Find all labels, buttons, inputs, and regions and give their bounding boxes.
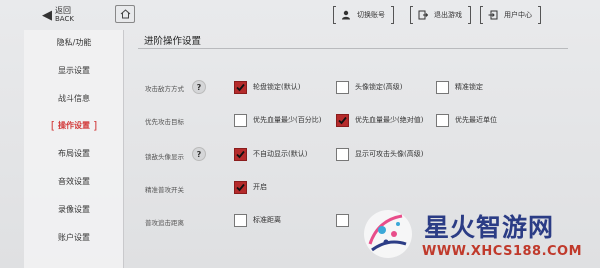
lock-avatar-label: 锁敌头像显示 <box>145 153 184 161</box>
sidebar-item-privacy[interactable]: 隐私/功能 <box>24 32 124 52</box>
site-watermark: 星火智游网 WWW.XHCS188.COM <box>352 200 600 268</box>
check-icon <box>236 83 245 91</box>
chase-distance-option-standard[interactable]: 标准距离 <box>234 212 281 228</box>
user-center-label: 用户中心 <box>504 11 532 19</box>
attack-mode-option-precise[interactable]: 精准锁定 <box>436 79 483 95</box>
checkbox-checked[interactable] <box>234 180 247 194</box>
checkbox-unchecked[interactable] <box>336 213 349 227</box>
enter-icon <box>487 9 499 21</box>
lock-avatar-option-show[interactable]: 显示可攻击头像(高级) <box>336 146 423 162</box>
precise-attack-label: 精准普攻开关 <box>145 186 184 194</box>
checkbox-checked[interactable] <box>336 113 349 127</box>
user-switch-icon <box>340 9 352 21</box>
check-icon <box>338 116 347 124</box>
priority-option-hp-absolute[interactable]: 优先血量最少(绝对值) <box>336 112 423 128</box>
switch-account-label: 切换账号 <box>357 11 385 19</box>
active-bracket-left: [ <box>50 118 55 132</box>
checkbox-unchecked[interactable] <box>336 147 349 161</box>
exit-game-label: 退出游戏 <box>434 11 462 19</box>
checkbox-unchecked[interactable] <box>436 80 449 94</box>
checkbox-unchecked[interactable] <box>234 213 247 227</box>
precise-attack-option-on[interactable]: 开启 <box>234 179 267 195</box>
sidebar-item-battle-info[interactable]: 战斗信息 <box>24 88 124 108</box>
back-label-en: BACK <box>55 15 74 23</box>
sidebar-item-recording[interactable]: 录像设置 <box>24 199 124 219</box>
active-bracket-right: ] <box>93 118 98 132</box>
chase-distance-label: 普攻追击距离 <box>145 219 184 227</box>
exit-icon <box>417 9 429 21</box>
lock-avatar-option-no-auto[interactable]: 不自动显示(默认) <box>234 146 307 162</box>
attack-mode-label: 攻击敌方方式 <box>145 85 184 93</box>
home-button[interactable] <box>115 5 135 23</box>
watermark-url: WWW.XHCS188.COM <box>422 244 583 259</box>
watermark-title: 星火智游网 <box>424 213 555 242</box>
check-icon <box>236 150 245 158</box>
home-icon <box>120 9 130 19</box>
priority-target-label: 优先攻击目标 <box>145 118 184 126</box>
checkbox-unchecked[interactable] <box>336 80 349 94</box>
title-divider <box>138 48 568 49</box>
lock-avatar-help-icon[interactable]: ? <box>192 147 206 161</box>
checkbox-unchecked[interactable] <box>436 113 449 127</box>
sidebar-item-account[interactable]: 账户设置 <box>24 227 124 247</box>
user-center-button[interactable]: 用户中心 <box>480 5 541 25</box>
attack-mode-option-wheel[interactable]: 轮盘锁定(默认) <box>234 79 300 95</box>
back-label-cn: 返回 <box>55 6 71 15</box>
switch-account-button[interactable]: 切换账号 <box>333 5 394 25</box>
settings-sidebar: 隐私/功能 显示设置 战斗信息 [ 操作设置 ] 布局设置 音效设置 录像设置 … <box>24 30 124 268</box>
sidebar-item-controls[interactable]: [ 操作设置 ] <box>24 115 124 135</box>
top-bar: ◀ 返回 BACK 切换账号 退出游戏 用户中心 <box>0 0 600 30</box>
page-title: 进阶操作设置 <box>144 36 202 47</box>
checkbox-checked[interactable] <box>234 147 247 161</box>
check-icon <box>236 183 245 191</box>
sidebar-item-layout[interactable]: 布局设置 <box>24 143 124 163</box>
checkbox-checked[interactable] <box>234 80 247 94</box>
back-arrow-icon: ◀ <box>42 7 52 23</box>
checkbox-unchecked[interactable] <box>234 113 247 127</box>
priority-option-nearest[interactable]: 优先最近单位 <box>436 112 497 128</box>
watermark-logo-icon <box>364 210 412 258</box>
attack-mode-option-avatar[interactable]: 头像锁定(高级) <box>336 79 402 95</box>
priority-option-hp-percent[interactable]: 优先血量最少(百分比) <box>234 112 321 128</box>
sidebar-item-display[interactable]: 显示设置 <box>24 60 124 80</box>
sidebar-item-audio[interactable]: 音效设置 <box>24 171 124 191</box>
exit-game-button[interactable]: 退出游戏 <box>410 5 471 25</box>
back-button[interactable]: ◀ 返回 BACK <box>42 4 110 26</box>
attack-mode-help-icon[interactable]: ? <box>192 80 206 94</box>
